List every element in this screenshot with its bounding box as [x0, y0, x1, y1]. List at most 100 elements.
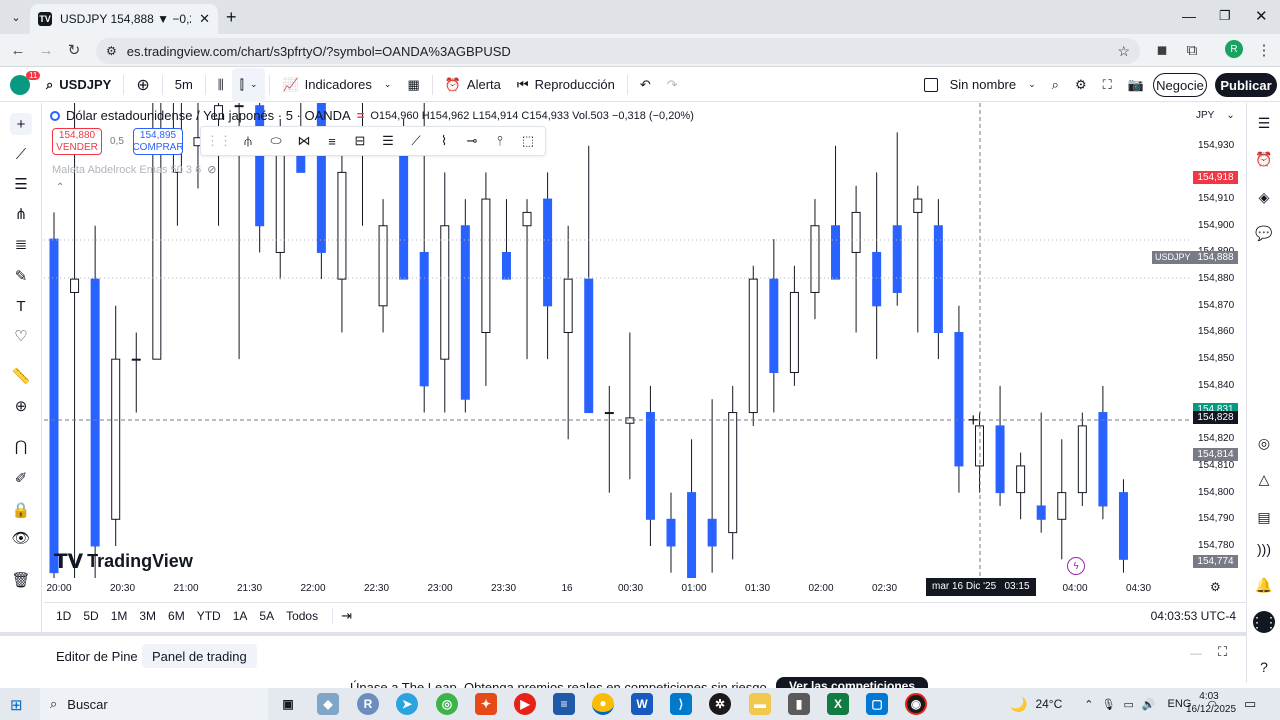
- drag-handle-icon[interactable]: ⋮⋮: [206, 131, 232, 151]
- target-icon[interactable]: ◎: [1254, 433, 1274, 453]
- path-tool-icon[interactable]: ⌇: [433, 131, 455, 151]
- new-tab-button[interactable]: +: [226, 7, 237, 28]
- trash-icon[interactable]: 🗑: [10, 569, 32, 591]
- maximize-panel-icon[interactable]: ⛶: [1218, 644, 1227, 660]
- battery-icon[interactable]: ▭: [1123, 698, 1133, 711]
- tab-trading-panel[interactable]: Panel de trading: [142, 644, 257, 668]
- app-icon[interactable]: ▮: [788, 693, 810, 715]
- alert-button[interactable]: ⏰ Alerta: [437, 68, 509, 102]
- indicator-name[interactable]: Maleta Abdelrock Emas 50 3 6: [52, 164, 201, 176]
- ruler-icon[interactable]: 📏: [10, 365, 32, 387]
- hidden-eye-icon[interactable]: ⊘: [207, 163, 216, 176]
- range-button-ytd[interactable]: YTD: [191, 609, 227, 623]
- extensions-puzzle-icon[interactable]: ⧉: [1182, 40, 1202, 60]
- apps-grid-icon[interactable]: ⋮⋮: [1250, 611, 1278, 633]
- maximize-button[interactable]: ❐: [1219, 8, 1231, 24]
- mic-icon[interactable]: 🎙: [1101, 698, 1115, 711]
- trend-line-tool-icon[interactable]: ⟋: [10, 143, 32, 165]
- profile-avatar[interactable]: R: [1225, 40, 1243, 58]
- range-button-5d[interactable]: 5D: [77, 609, 104, 623]
- layouts-button[interactable]: ▦: [399, 68, 427, 102]
- compare-symbol-button[interactable]: ⊕: [128, 68, 157, 102]
- text-tool-icon[interactable]: T: [10, 295, 32, 317]
- eye-icon[interactable]: 👁: [10, 527, 32, 549]
- close-tab-icon[interactable]: ✕: [199, 11, 210, 27]
- layers-icon[interactable]: ◈: [1254, 187, 1274, 207]
- range-button-1d[interactable]: 1D: [50, 609, 77, 623]
- app-icon[interactable]: ◉: [905, 693, 927, 715]
- fib-tool-icon[interactable]: ≣: [10, 233, 32, 255]
- notification-bell-icon[interactable]: 🔔: [1254, 575, 1274, 595]
- legend-title[interactable]: Dólar estadounidense / Yen japonés · 5 ·…: [66, 108, 351, 123]
- vscode-icon[interactable]: ⟩: [670, 693, 692, 715]
- fullscreen-button[interactable]: ⛶: [1095, 68, 1120, 102]
- clock-date[interactable]: 4:03 16/12/2025: [1186, 690, 1236, 716]
- word-icon[interactable]: W: [631, 693, 653, 715]
- notification-center-icon[interactable]: ▭: [1244, 696, 1256, 712]
- range-button-1m[interactable]: 1M: [105, 609, 134, 623]
- forward-button[interactable]: →: [36, 40, 56, 60]
- replay-button[interactable]: ⏮ Reproducción: [509, 68, 623, 102]
- browser-menu-icon[interactable]: ⋮: [1254, 40, 1274, 60]
- site-info-icon[interactable]: ⚙: [106, 44, 117, 58]
- tab-list-button[interactable]: ⌄: [6, 8, 26, 26]
- calendar-icon[interactable]: ▤: [1254, 507, 1274, 527]
- chat-icon[interactable]: 💬: [1254, 223, 1274, 243]
- horizontal-ray-icon[interactable]: ⊸: [461, 131, 483, 151]
- snapshot-button[interactable]: 📷: [1120, 68, 1152, 102]
- rectangle-tool-icon[interactable]: ⬚: [517, 131, 539, 151]
- collapse-legend-icon[interactable]: ⌃: [56, 182, 64, 193]
- xabcd-pattern-icon[interactable]: ⋈: [293, 131, 315, 151]
- chatgpt-icon[interactable]: ✲: [709, 693, 731, 715]
- lock-icon[interactable]: 🔒: [10, 499, 32, 521]
- fib-levels-icon[interactable]: ≡: [321, 131, 343, 151]
- app-icon[interactable]: ≡: [553, 693, 575, 715]
- ellipse-tool-icon[interactable]: ⬭: [265, 131, 287, 151]
- chevron-up-icon[interactable]: ⌃: [1084, 698, 1093, 711]
- watchlist-icon[interactable]: ☰: [1254, 113, 1274, 133]
- fib-retracement-icon[interactable]: ☰: [377, 131, 399, 151]
- reload-button[interactable]: ↻: [64, 40, 84, 60]
- quick-search-button[interactable]: ⌕: [1044, 68, 1067, 102]
- range-button-6m[interactable]: 6M: [162, 609, 191, 623]
- pitchfork-tool-icon[interactable]: ⋔: [10, 203, 32, 225]
- app-icon[interactable]: ✦: [475, 693, 497, 715]
- bookmark-star-icon[interactable]: ☆: [1117, 43, 1130, 60]
- crosshair-tool-icon[interactable]: +: [10, 113, 32, 135]
- goto-date-icon[interactable]: ⇥: [341, 608, 352, 624]
- settings-button[interactable]: ⚙: [1067, 68, 1095, 102]
- youtube-icon[interactable]: ▶: [514, 693, 536, 715]
- horizontal-lines-tool-icon[interactable]: ☰: [10, 173, 32, 195]
- zoom-in-icon[interactable]: ⊕: [10, 395, 32, 417]
- file-explorer-icon[interactable]: ▬: [749, 693, 771, 715]
- heart-icon[interactable]: ♡: [10, 325, 32, 347]
- currency-label[interactable]: JPY ⌄: [1196, 110, 1235, 121]
- extension-icon[interactable]: ◼: [1152, 40, 1172, 60]
- chrome-icon[interactable]: ●: [592, 693, 614, 715]
- sell-button[interactable]: 154,880 VENDER: [52, 128, 102, 155]
- app-icon[interactable]: ◆: [317, 693, 339, 715]
- trade-button[interactable]: Negocie: [1153, 73, 1207, 97]
- volume-icon[interactable]: 🔊: [1142, 698, 1156, 711]
- buy-button[interactable]: 154,895 COMPRAR: [132, 128, 184, 155]
- temperature[interactable]: 24°C: [1035, 697, 1062, 711]
- layout-name-button[interactable]: Sin nombre ⌄: [916, 68, 1044, 102]
- undo-button[interactable]: ↶: [632, 68, 659, 102]
- excel-icon[interactable]: X: [827, 693, 849, 715]
- range-button-5a[interactable]: 5A: [253, 609, 280, 623]
- publish-button[interactable]: Publicar: [1215, 73, 1277, 97]
- axis-settings-icon[interactable]: ⚙: [1210, 580, 1221, 594]
- tv-logo-button[interactable]: 11: [0, 68, 41, 102]
- broadcast-icon[interactable]: ))): [1254, 539, 1274, 559]
- redo-button[interactable]: ↷: [659, 68, 686, 102]
- interval-button[interactable]: 5m: [167, 68, 201, 102]
- line-tool-icon[interactable]: ⟋: [405, 131, 427, 151]
- long-position-icon[interactable]: ⊟: [349, 131, 371, 151]
- app-icon[interactable]: R: [357, 693, 379, 715]
- taskbar-search[interactable]: ⌕ Buscar: [40, 688, 268, 720]
- minimize-button[interactable]: —: [1182, 8, 1196, 24]
- utc-clock[interactable]: 04:03:53 UTC-4: [1151, 609, 1236, 623]
- address-bar[interactable]: ⚙ es.tradingview.com/chart/s3pfrtyO/?sym…: [96, 38, 1140, 64]
- range-button-1a[interactable]: 1A: [227, 609, 254, 623]
- weather-moon-icon[interactable]: 🌙: [1010, 696, 1027, 713]
